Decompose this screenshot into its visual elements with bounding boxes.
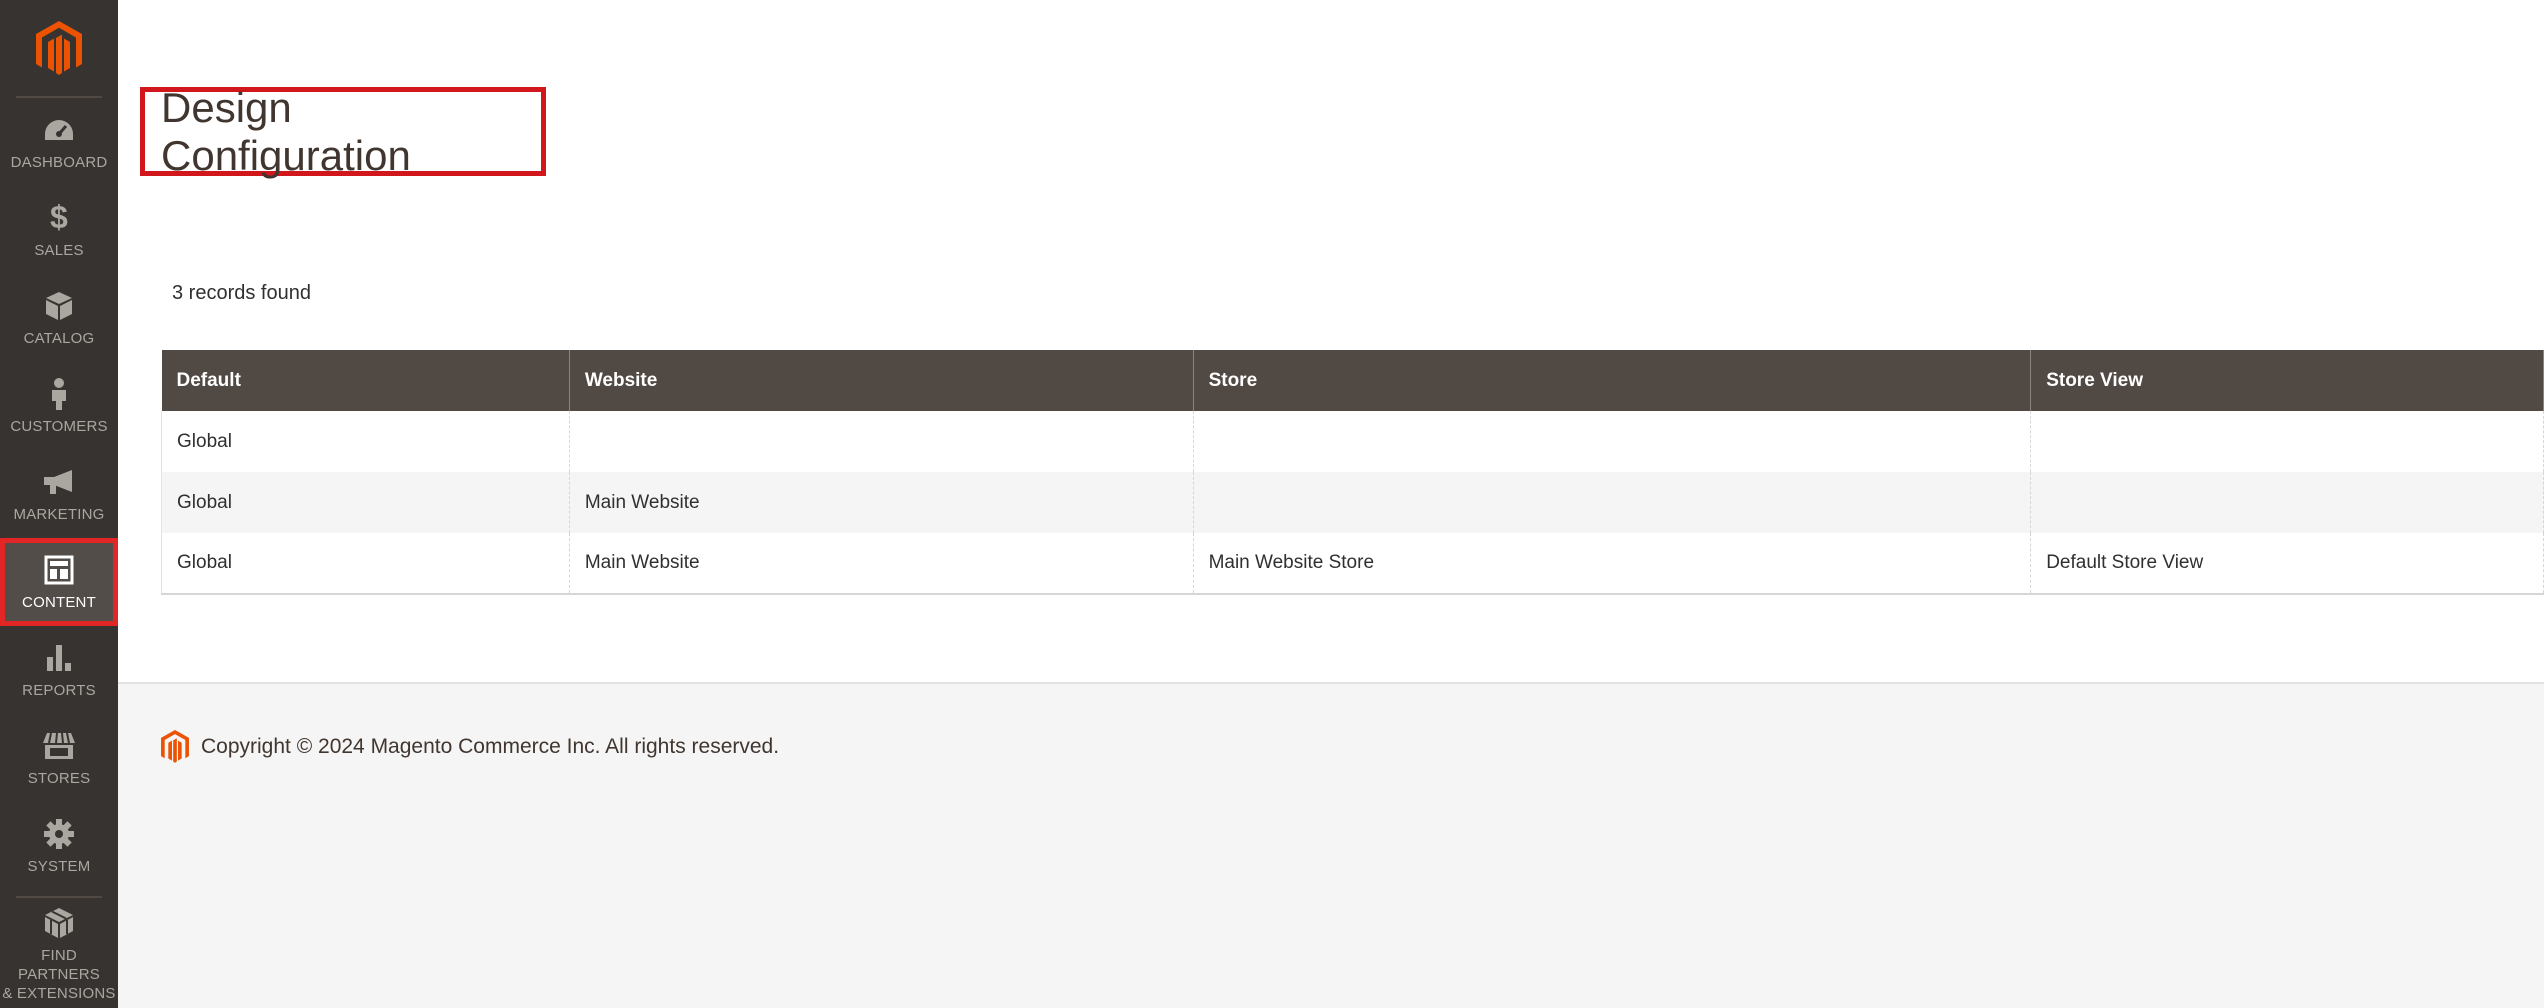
records-found-count: 3 records found (172, 282, 311, 304)
column-header-store[interactable]: Store (1193, 350, 2032, 411)
sidebar-divider (16, 896, 102, 898)
cell-store: Main Website Store (1193, 533, 2032, 595)
column-header-website[interactable]: Website (569, 350, 1194, 411)
sidebar-item-find-partners[interactable]: FIND PARTNERS & EXTENSIONS (0, 904, 118, 1004)
sidebar-item-label: CUSTOMERS (10, 417, 108, 435)
page-title-highlight: Design Configuration (140, 84, 546, 179)
store-icon (42, 729, 76, 763)
admin-sidebar: DASHBOARD $ SALES CATALOG CUSTOMERS MARK… (0, 0, 118, 1008)
table-row[interactable]: Global (161, 411, 2544, 472)
dashboard-icon (43, 113, 75, 147)
sidebar-item-reports[interactable]: REPORTS (0, 626, 118, 714)
main-content: Design Configuration 3 records found Def… (118, 0, 2544, 1008)
layout-icon (44, 553, 74, 587)
sidebar-item-label: SYSTEM (27, 857, 91, 875)
grid-header-row: Default Website Store Store View (161, 350, 2544, 411)
cell-store-view (2030, 411, 2544, 472)
cubes-icon (43, 906, 75, 940)
page-footer: Copyright © 2024 Magento Commerce Inc. A… (118, 682, 2544, 1008)
sidebar-item-marketing[interactable]: MARKETING (0, 450, 118, 538)
cell-default: Global (161, 411, 570, 472)
box-icon (45, 289, 73, 323)
sidebar-item-label: DASHBOARD (10, 153, 108, 171)
cell-store (1193, 472, 2032, 533)
person-icon (49, 377, 69, 411)
cell-store-view (2030, 472, 2544, 533)
cell-default: Global (161, 533, 570, 595)
gear-icon (43, 817, 75, 851)
cell-website: Main Website (569, 533, 1194, 595)
sidebar-item-sales[interactable]: $ SALES (0, 186, 118, 274)
magento-logo-icon (36, 21, 82, 75)
table-row[interactable]: Global Main Website (161, 472, 2544, 533)
magento-footer-logo-icon (161, 730, 189, 764)
column-header-default[interactable]: Default (161, 350, 570, 411)
sidebar-item-label: CONTENT (22, 593, 96, 611)
sidebar-item-label-line1: FIND PARTNERS (18, 946, 100, 983)
bar-chart-icon (44, 641, 74, 675)
sidebar-item-label: CATALOG (23, 329, 95, 347)
megaphone-icon (42, 465, 76, 499)
design-config-grid: Default Website Store Store View Global … (161, 350, 2544, 595)
table-row[interactable]: Global Main Website Main Website Store D… (161, 533, 2544, 595)
cell-store (1193, 411, 2032, 472)
magento-logo[interactable] (0, 0, 118, 98)
cell-store-view: Default Store View (2030, 533, 2544, 595)
cell-default: Global (161, 472, 570, 533)
cell-website (569, 411, 1194, 472)
page-title: Design Configuration (161, 83, 411, 179)
sidebar-item-dashboard[interactable]: DASHBOARD (0, 98, 118, 186)
sidebar-item-label: STORES (27, 769, 91, 787)
page-content: Design Configuration 3 records found Def… (118, 0, 2544, 682)
column-header-store-view[interactable]: Store View (2030, 350, 2544, 411)
footer-copyright-row: Copyright © 2024 Magento Commerce Inc. A… (161, 730, 779, 764)
sidebar-item-label-line2: & EXTENSIONS (2, 984, 116, 1002)
sidebar-item-stores[interactable]: STORES (0, 714, 118, 802)
sidebar-item-system[interactable]: SYSTEM (0, 802, 118, 890)
footer-copyright: Copyright © 2024 Magento Commerce Inc. A… (201, 735, 780, 758)
sidebar-item-content[interactable]: CONTENT (0, 538, 118, 626)
sidebar-item-catalog[interactable]: CATALOG (0, 274, 118, 362)
sidebar-item-customers[interactable]: CUSTOMERS (0, 362, 118, 450)
sidebar-item-label: MARKETING (13, 505, 105, 523)
sidebar-item-label: SALES (34, 241, 84, 259)
sidebar-item-label: FIND PARTNERS & EXTENSIONS (0, 946, 118, 1003)
cell-website: Main Website (569, 472, 1194, 533)
sidebar-item-label: REPORTS (22, 681, 96, 699)
dollar-icon: $ (50, 199, 68, 235)
